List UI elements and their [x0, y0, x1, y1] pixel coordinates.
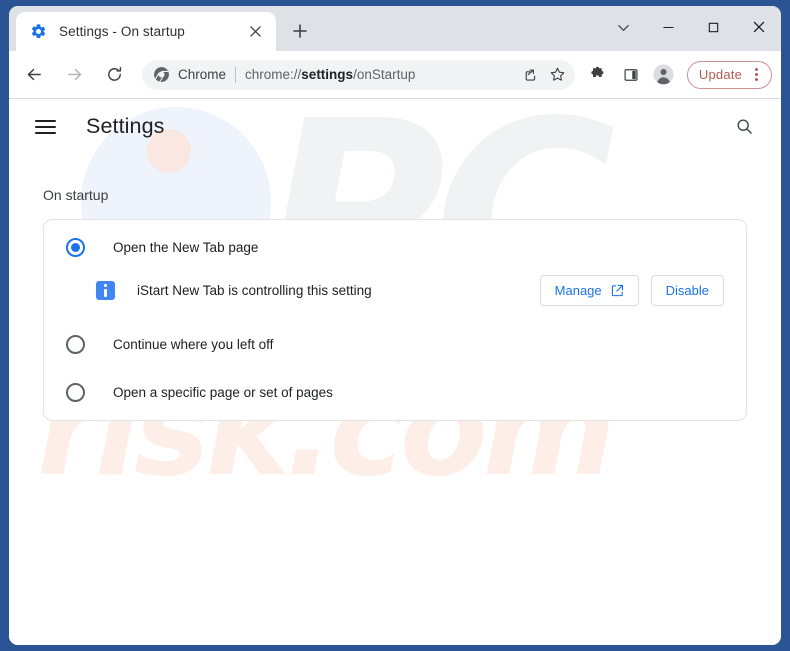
startup-option-label: Open a specific page or set of pages — [113, 384, 333, 400]
share-icon[interactable] — [518, 62, 544, 88]
maximize-icon[interactable] — [691, 6, 736, 48]
omnibox-divider — [235, 66, 237, 83]
url-prefix: chrome:// — [245, 67, 302, 82]
page-title: Settings — [86, 114, 165, 138]
close-icon[interactable] — [244, 21, 266, 43]
arrow-left-icon[interactable] — [18, 58, 51, 91]
url-suffix: /onStartup — [353, 67, 416, 82]
disable-button[interactable]: Disable — [650, 275, 724, 306]
star-icon[interactable] — [545, 62, 571, 88]
update-button-label: Update — [698, 67, 742, 82]
omnibox-url: chrome://settings/onStartup — [245, 67, 517, 82]
disable-button-label: Disable — [665, 283, 709, 298]
puzzle-piece-icon[interactable] — [583, 60, 613, 90]
startup-option-continue[interactable]: Continue where you left off — [44, 320, 746, 368]
tab-strip: Settings - On startup — [9, 6, 781, 51]
info-icon — [96, 281, 115, 300]
address-bar[interactable]: Chrome chrome://settings/onStartup — [142, 59, 575, 90]
chevron-down-icon[interactable] — [601, 6, 646, 48]
reload-icon[interactable] — [98, 58, 131, 91]
radio-button[interactable] — [66, 237, 85, 257]
extension-notice-message: iStart New Tab is controlling this setti… — [137, 283, 372, 298]
avatar-icon[interactable] — [649, 60, 679, 90]
window-frame: Settings - On startup Chrome chrome://se… — [0, 0, 790, 651]
radio-button[interactable] — [66, 382, 85, 402]
section-heading: On startup — [43, 187, 109, 203]
search-icon[interactable] — [729, 112, 759, 142]
url-bold: settings — [301, 67, 354, 82]
close-icon[interactable] — [736, 6, 781, 48]
minimize-icon[interactable] — [646, 6, 691, 48]
startup-options-card: Open the New Tab page iStart New Tab is … — [43, 219, 747, 421]
radio-button[interactable] — [66, 334, 85, 354]
startup-option-specific-pages[interactable]: Open a specific page or set of pages — [44, 368, 746, 416]
manage-button[interactable]: Manage — [539, 275, 639, 306]
window-controls — [601, 6, 781, 48]
startup-option-label: Continue where you left off — [113, 336, 274, 352]
settings-header: Settings — [9, 99, 781, 154]
settings-content: On startup Open the New Tab page iStart … — [9, 187, 781, 421]
browser-window: Settings - On startup Chrome chrome://se… — [9, 6, 781, 645]
browser-toolbar: Chrome chrome://settings/onStartup Updat… — [9, 51, 781, 99]
update-button[interactable]: Update — [686, 60, 772, 89]
arrow-right-icon — [58, 58, 91, 91]
settings-gear-icon — [30, 23, 47, 40]
extension-notice-actions: Manage Disable — [539, 275, 724, 306]
side-panel-icon[interactable] — [616, 60, 646, 90]
chrome-icon — [153, 66, 170, 83]
tab-title: Settings - On startup — [59, 24, 185, 39]
three-dots-vertical-icon[interactable] — [747, 66, 765, 84]
external-link-icon — [611, 284, 624, 297]
manage-button-label: Manage — [554, 283, 602, 298]
hamburger-menu-icon[interactable] — [35, 114, 61, 140]
extension-control-notice: iStart New Tab is controlling this setti… — [44, 271, 746, 320]
settings-page: PC risk.com Settings On startup — [9, 99, 781, 645]
omnibox-scheme-label: Chrome — [178, 67, 227, 82]
browser-tab[interactable]: Settings - On startup — [16, 12, 276, 51]
startup-option-label: Open the New Tab page — [113, 239, 259, 255]
plus-icon[interactable] — [285, 16, 315, 46]
startup-option-new-tab[interactable]: Open the New Tab page — [44, 223, 746, 271]
